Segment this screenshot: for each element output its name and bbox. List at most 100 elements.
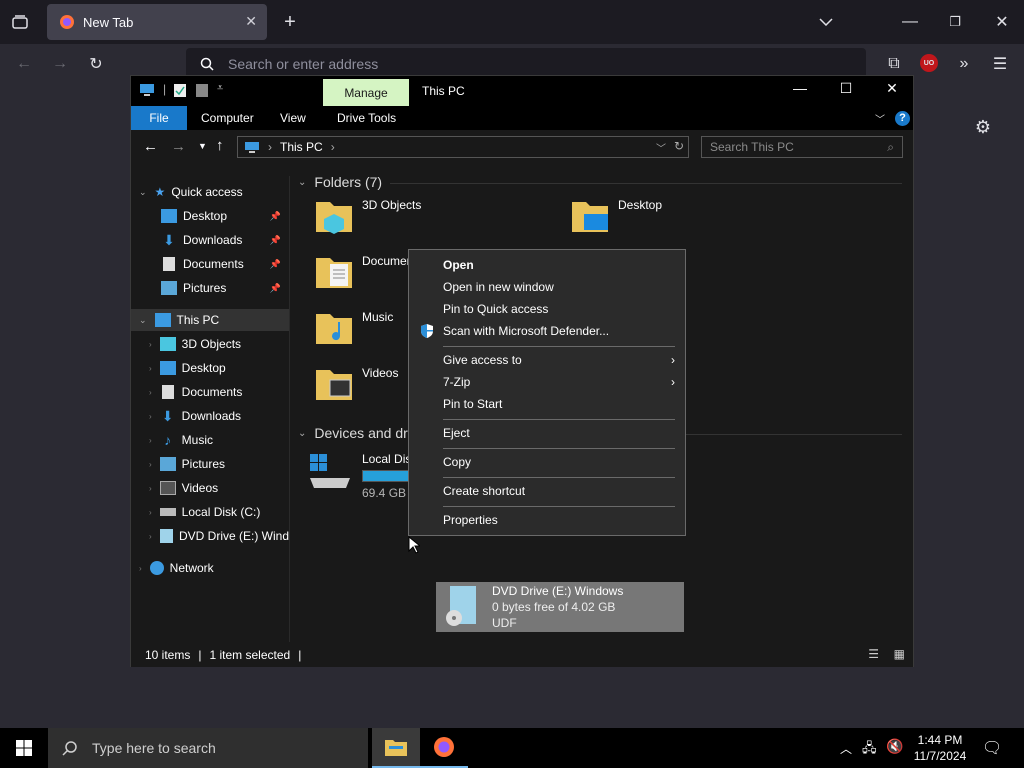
nav-quick-access[interactable]: ⌄ ★ Quick access <box>131 181 289 203</box>
nav-pc-documents[interactable]: › Documents <box>131 381 289 403</box>
nav-pc-3d-objects[interactable]: › 3D Objects <box>131 333 289 355</box>
maximize-button[interactable]: ☐ <box>823 80 869 97</box>
volume-muted-icon[interactable]: 🔇 <box>886 738 903 755</box>
hamburger-menu-icon[interactable]: ☰ <box>990 54 1010 74</box>
tab-drive-tools[interactable]: Drive Tools <box>337 106 396 130</box>
start-button[interactable] <box>0 728 48 768</box>
collapse-chevron-icon[interactable]: ⌄ <box>139 187 147 198</box>
nav-pc-pictures[interactable]: › Pictures <box>131 453 289 475</box>
recent-locations-chevron-icon[interactable]: ▼ <box>198 141 207 151</box>
collapse-chevron-icon[interactable]: ⌄ <box>139 315 147 326</box>
tab-overflow-chevron-icon[interactable] <box>816 12 836 32</box>
expand-chevron-icon[interactable]: › <box>149 460 152 469</box>
menu-scan-defender[interactable]: Scan with Microsoft Defender... <box>409 320 685 342</box>
folder-3d-objects[interactable]: 3D Objects <box>300 192 520 240</box>
expand-chevron-icon[interactable]: › <box>149 388 152 397</box>
submenu-chevron-icon: › <box>671 375 675 389</box>
search-input[interactable]: Search This PC ⌕ <box>701 136 903 158</box>
breadcrumb-this-pc[interactable]: This PC <box>280 140 323 154</box>
qat-customize-icon[interactable]: ⩡ <box>217 82 223 95</box>
close-browser-button[interactable]: ✕ <box>992 12 1012 32</box>
large-icons-view-icon[interactable]: ▦ <box>894 647 905 661</box>
expand-chevron-icon[interactable]: › <box>149 484 152 493</box>
nav-pc-dvd-drive[interactable]: › DVD Drive (E:) Wind <box>131 525 289 547</box>
drive-dvd-selected[interactable]: DVD Drive (E:) Windows 0 bytes free of 4… <box>436 582 684 632</box>
taskbar-firefox[interactable] <box>420 728 468 768</box>
ribbon-context-tab-manage[interactable]: Manage <box>323 79 409 106</box>
nav-quick-documents[interactable]: Documents 📌 <box>131 253 289 275</box>
menu-copy[interactable]: Copy <box>409 451 685 473</box>
expand-chevron-icon[interactable]: › <box>139 564 142 573</box>
nav-quick-pictures[interactable]: Pictures 📌 <box>131 277 289 299</box>
nav-this-pc[interactable]: ⌄ This PC <box>131 309 289 331</box>
menu-give-access[interactable]: Give access to › <box>409 349 685 371</box>
network-status-icon[interactable]: 🖧 <box>862 739 877 761</box>
minimize-browser-button[interactable]: — <box>900 12 920 32</box>
taskbar-search-input[interactable]: Type here to search <box>48 728 368 768</box>
extensions-puzzle-icon[interactable]: ⧉ <box>884 54 904 74</box>
menu-pin-quick-access[interactable]: Pin to Quick access <box>409 298 685 320</box>
back-button[interactable]: ← <box>143 138 158 155</box>
new-tab-button[interactable]: + <box>280 11 300 33</box>
nav-pc-music[interactable]: › ♪ Music <box>131 429 289 451</box>
taskbar-search-placeholder: Type here to search <box>92 740 216 756</box>
expand-chevron-icon[interactable]: › <box>149 364 152 373</box>
taskbar-file-explorer[interactable] <box>372 728 420 768</box>
address-bar[interactable]: › This PC › ﹀ ↻ <box>237 136 689 158</box>
address-history-chevron-icon[interactable]: ﹀ <box>656 140 666 155</box>
notifications-icon[interactable]: 🗨 <box>982 738 1002 758</box>
close-button[interactable]: ✕ <box>869 80 915 97</box>
nav-pc-desktop[interactable]: › Desktop <box>131 357 289 379</box>
up-button[interactable]: ↑ <box>216 137 224 154</box>
more-tools-chevron-icon[interactable]: » <box>954 54 974 74</box>
ublock-origin-icon[interactable]: UO <box>920 54 938 72</box>
tab-computer[interactable]: Computer <box>201 106 254 130</box>
new-folder-qat-icon[interactable] <box>195 83 209 98</box>
tab-file[interactable]: File <box>131 106 187 130</box>
expand-chevron-icon[interactable]: › <box>149 340 152 349</box>
reload-icon[interactable]: ↻ <box>86 54 106 74</box>
folders-group-header[interactable]: ⌄ Folders (7) <box>298 174 382 190</box>
menu-7zip[interactable]: 7-Zip › <box>409 371 685 393</box>
taskbar-clock[interactable]: 1:44 PM 11/7/2024 <box>910 732 970 764</box>
nav-pc-downloads[interactable]: › ⬇ Downloads <box>131 405 289 427</box>
back-arrow-icon[interactable]: ← <box>14 54 34 74</box>
breadcrumb-chevron-icon[interactable]: › <box>331 140 335 154</box>
browser-tab-new-tab[interactable]: New Tab ✕ <box>47 4 267 40</box>
nav-quick-desktop[interactable]: Desktop 📌 <box>131 205 289 227</box>
menu-separator <box>443 419 675 420</box>
collapse-chevron-icon[interactable]: ⌄ <box>298 177 306 188</box>
menu-open-new-window[interactable]: Open in new window <box>409 276 685 298</box>
menu-open[interactable]: Open <box>409 254 685 276</box>
folder-desktop[interactable]: Desktop <box>556 192 776 240</box>
expand-chevron-icon[interactable]: › <box>149 532 152 541</box>
nav-pc-local-disk[interactable]: › Local Disk (C:) <box>131 501 289 523</box>
nav-quick-downloads[interactable]: ⬇ Downloads 📌 <box>131 229 289 251</box>
forward-button[interactable]: → <box>171 138 186 155</box>
refresh-icon[interactable]: ↻ <box>674 139 684 153</box>
forward-arrow-icon[interactable]: → <box>50 54 70 74</box>
nav-network[interactable]: › Network <box>131 557 289 579</box>
nav-pc-videos[interactable]: › Videos <box>131 477 289 499</box>
restore-browser-button[interactable]: ❐ <box>945 12 965 32</box>
menu-pin-start[interactable]: Pin to Start <box>409 393 685 415</box>
show-hidden-icons-chevron-icon[interactable]: ︿ <box>840 740 852 757</box>
expand-chevron-icon[interactable]: › <box>149 508 152 517</box>
expand-chevron-icon[interactable]: › <box>149 436 152 445</box>
collapse-chevron-icon[interactable]: ⌄ <box>298 428 306 439</box>
menu-create-shortcut[interactable]: Create shortcut <box>409 480 685 502</box>
minimize-button[interactable]: — <box>777 80 823 96</box>
nav-label: Desktop <box>181 361 226 375</box>
details-view-icon[interactable]: ☰ <box>868 647 879 661</box>
properties-qat-icon[interactable] <box>173 83 187 98</box>
newtab-settings-gear-icon[interactable]: ⚙ <box>972 116 994 138</box>
expand-ribbon-chevron-icon[interactable]: ﹀ <box>875 106 885 130</box>
expand-chevron-icon[interactable]: › <box>149 412 152 421</box>
close-tab-icon[interactable]: ✕ <box>245 13 257 30</box>
nav-label: DVD Drive (E:) Wind <box>178 529 289 543</box>
menu-eject[interactable]: Eject <box>409 422 685 444</box>
menu-properties[interactable]: Properties <box>409 509 685 531</box>
tab-view[interactable]: View <box>280 106 306 130</box>
list-all-tabs-icon[interactable] <box>8 12 32 32</box>
help-icon[interactable]: ? <box>895 106 910 130</box>
